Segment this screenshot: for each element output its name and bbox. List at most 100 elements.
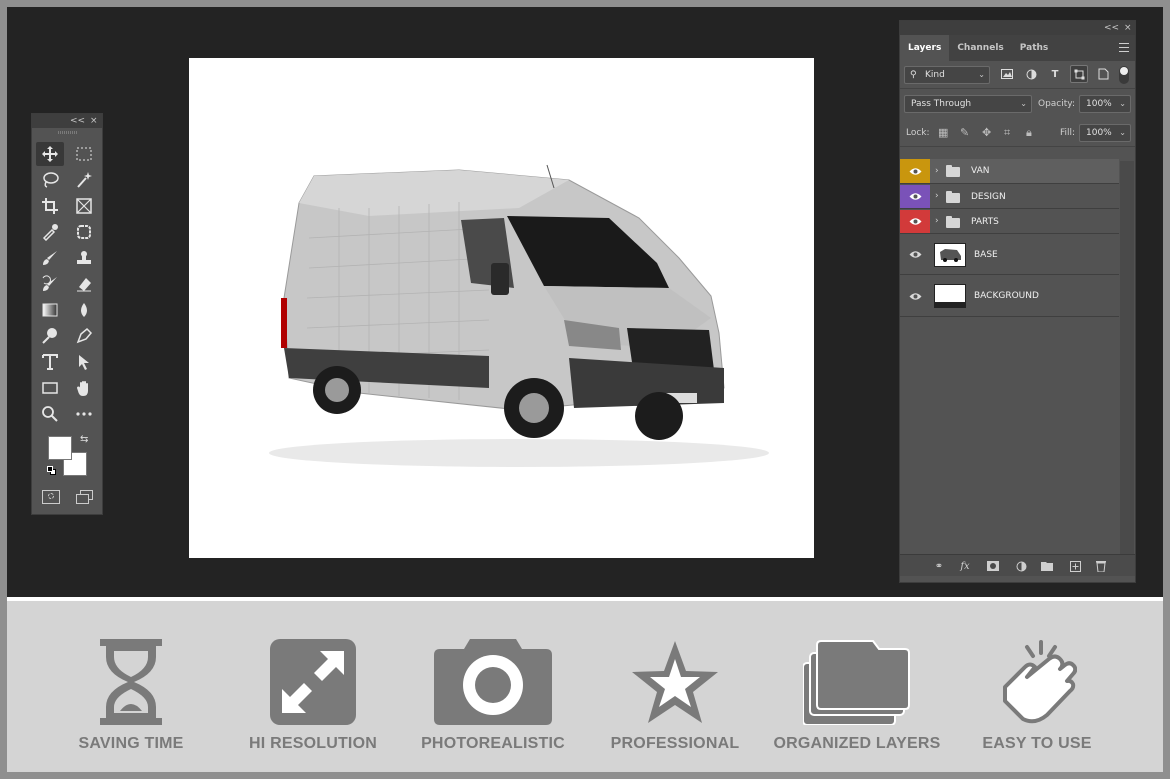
frame: << × ⇆ << × Layers Channels Paths ⚲ Kind…	[0, 0, 1170, 779]
smart-object-filter-icon[interactable]	[1094, 65, 1112, 83]
features-bar: SAVING TIME HI RESOLUTION PHOTOREALISTIC	[7, 601, 1163, 772]
lock-all-icon[interactable]: 🔒︎	[1026, 124, 1032, 142]
visibility-eye-icon[interactable]	[900, 210, 930, 233]
zoom-tool-icon[interactable]	[36, 402, 64, 426]
tools-panel-titlebar[interactable]: << ×	[32, 114, 102, 128]
layers-panel-titlebar[interactable]: << ×	[900, 21, 1135, 35]
gradient-tool-icon[interactable]	[36, 298, 64, 322]
panel-menu-icon[interactable]	[1119, 43, 1129, 52]
pen-tool-icon[interactable]	[70, 324, 98, 348]
fill-input[interactable]: 100% ⌄	[1079, 124, 1131, 142]
feature-label: ORGANIZED LAYERS	[773, 735, 941, 752]
hand-tap-icon	[1003, 640, 1077, 724]
stamp-tool-icon[interactable]	[70, 246, 98, 270]
rectangle-tool-icon[interactable]	[36, 376, 64, 400]
chevron-down-icon: ⌄	[1119, 128, 1126, 137]
folder-icon	[946, 165, 960, 177]
fx-icon[interactable]: fx	[958, 559, 972, 573]
layers-scrollbar[interactable]	[1120, 161, 1134, 557]
feature-organized-layers: ORGANIZED LAYERS	[757, 601, 957, 772]
screen-mode-icon[interactable]	[76, 490, 94, 504]
type-tool-icon[interactable]	[36, 350, 64, 374]
filter-kind-select[interactable]: ⚲ Kind ⌄	[904, 66, 990, 84]
lock-artboard-icon[interactable]: ⌗	[1004, 124, 1010, 142]
feature-label: PROFESSIONAL	[610, 735, 740, 752]
layer-van[interactable]: › VAN	[900, 159, 1119, 184]
lock-transparent-icon[interactable]: ▦	[938, 124, 948, 142]
visibility-eye-icon[interactable]	[900, 276, 930, 316]
type-filter-icon[interactable]: T	[1046, 65, 1064, 83]
marquee-tool-icon[interactable]	[70, 142, 98, 166]
collapse-icon[interactable]: <<	[70, 114, 85, 128]
eyedropper-icon[interactable]	[36, 220, 64, 244]
layers-folder-icon	[803, 640, 910, 725]
lock-pixels-icon[interactable]: ✎	[960, 124, 969, 142]
star-icon	[632, 641, 718, 723]
magic-wand-icon[interactable]	[70, 168, 98, 192]
feature-saving-time: SAVING TIME	[31, 601, 231, 772]
close-icon[interactable]: ×	[90, 114, 98, 128]
folder-icon	[946, 191, 960, 203]
move-tool-icon[interactable]	[36, 142, 64, 166]
visibility-eye-icon[interactable]	[900, 235, 930, 274]
eraser-tool-icon[interactable]	[70, 272, 98, 296]
visibility-eye-icon[interactable]	[900, 159, 930, 183]
photoshop-workspace: << × ⇆ << × Layers Channels Paths ⚲ Kind…	[7, 7, 1163, 597]
visibility-eye-icon[interactable]	[900, 185, 930, 208]
shape-filter-icon[interactable]	[1070, 65, 1088, 83]
hand-tool-icon[interactable]	[70, 376, 98, 400]
crop-tool-icon[interactable]	[36, 194, 64, 218]
new-layer-icon[interactable]	[1068, 559, 1082, 573]
more-tools-icon[interactable]	[70, 402, 98, 426]
drag-handle[interactable]	[32, 128, 102, 138]
panel-tabs: Layers Channels Paths	[900, 35, 1135, 61]
expand-icon	[270, 639, 356, 725]
path-selection-icon[interactable]	[70, 350, 98, 374]
dodge-tool-icon[interactable]	[36, 324, 64, 348]
quick-mask-icon[interactable]	[42, 490, 60, 504]
foreground-color-swatch[interactable]	[48, 436, 72, 460]
blend-mode-select[interactable]: Pass Through ⌄	[904, 95, 1032, 113]
chevron-right-icon[interactable]: ›	[935, 216, 939, 226]
opacity-input[interactable]: 100% ⌄	[1079, 95, 1131, 113]
close-icon[interactable]: ×	[1124, 21, 1132, 35]
layer-parts[interactable]: › PARTS	[900, 210, 1119, 234]
adjustment-icon[interactable]	[1014, 559, 1028, 573]
layer-base[interactable]: BASE	[900, 235, 1119, 275]
layer-name: PARTS	[971, 217, 999, 227]
patch-tool-icon[interactable]	[70, 220, 98, 244]
trash-icon[interactable]	[1094, 559, 1108, 573]
adjustment-filter-icon[interactable]	[1022, 65, 1040, 83]
layer-design[interactable]: › DESIGN	[900, 185, 1119, 209]
fill-label: Fill:	[1060, 128, 1076, 138]
hourglass-icon	[100, 639, 162, 725]
tab-channels[interactable]: Channels	[949, 35, 1011, 61]
link-icon[interactable]: ⚭	[932, 559, 946, 573]
filter-toggle[interactable]	[1119, 66, 1129, 84]
chevron-right-icon[interactable]: ›	[935, 191, 939, 201]
frame-tool-icon[interactable]	[70, 194, 98, 218]
layer-background[interactable]: BACKGROUND	[900, 276, 1119, 317]
default-colors-icon[interactable]	[47, 466, 56, 475]
tools-panel: << × ⇆	[31, 113, 103, 515]
history-brush-icon[interactable]	[36, 272, 64, 296]
tab-paths[interactable]: Paths	[1012, 35, 1057, 61]
layer-thumbnail	[934, 243, 966, 267]
blur-tool-icon[interactable]	[70, 298, 98, 322]
collapse-icon[interactable]: <<	[1104, 21, 1119, 35]
lock-label: Lock:	[906, 128, 930, 138]
filter-row: ⚲ Kind ⌄ T	[900, 61, 1135, 89]
swap-colors-icon[interactable]: ⇆	[80, 434, 88, 445]
folder-icon[interactable]	[1040, 559, 1054, 573]
opacity-label: Opacity:	[1038, 99, 1075, 109]
lasso-tool-icon[interactable]	[36, 168, 64, 192]
pixel-filter-icon[interactable]	[998, 65, 1016, 83]
feature-label: SAVING TIME	[78, 735, 184, 752]
mask-icon[interactable]	[986, 559, 1000, 573]
feature-photorealistic: PHOTOREALISTIC	[393, 601, 593, 772]
tab-layers[interactable]: Layers	[900, 35, 950, 61]
lock-position-icon[interactable]: ✥	[982, 124, 991, 142]
chevron-right-icon[interactable]: ›	[935, 166, 939, 176]
brush-tool-icon[interactable]	[36, 246, 64, 270]
document-canvas[interactable]	[189, 58, 814, 558]
